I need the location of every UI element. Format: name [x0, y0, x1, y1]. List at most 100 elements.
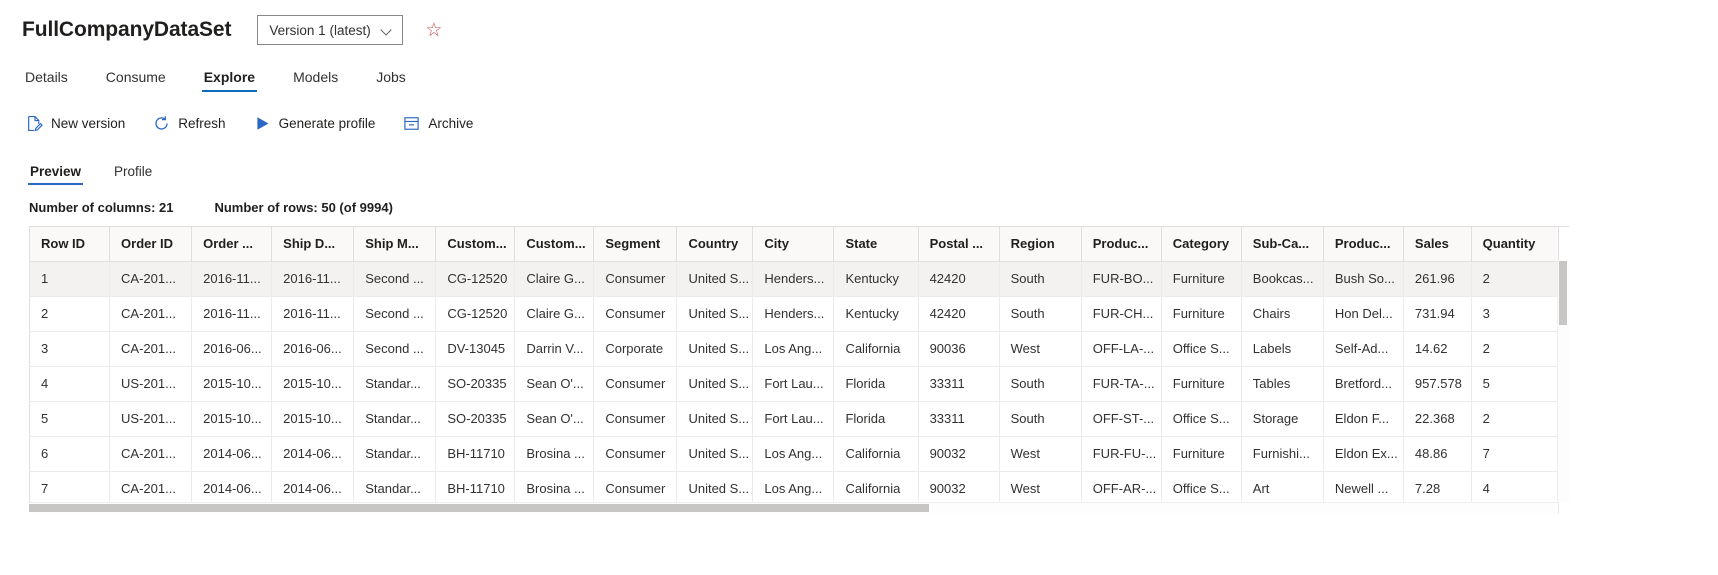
- command-bar: New version Refresh Generate profile Arc…: [0, 108, 1718, 138]
- table-row[interactable]: 6 CA-201... 2014-06... 2014-06... Standa…: [29, 436, 1560, 472]
- cell: Consumer: [593, 296, 678, 332]
- version-dropdown-value: Version 1 (latest): [269, 22, 371, 38]
- cell: Consumer: [593, 471, 678, 507]
- cell: Newell ...: [1323, 471, 1404, 507]
- version-dropdown[interactable]: Version 1 (latest): [257, 15, 404, 45]
- column-header-ship-date[interactable]: Ship D...: [271, 227, 355, 262]
- cell: 22.368: [1403, 401, 1472, 437]
- cell: 33311: [918, 401, 1000, 437]
- cell: Los Ang...: [752, 331, 835, 367]
- column-header-order-date[interactable]: Order ...: [191, 227, 273, 262]
- column-header-product-id[interactable]: Produc...: [1081, 227, 1162, 262]
- cell: Furniture: [1161, 366, 1242, 402]
- cell: 48.86: [1403, 436, 1472, 472]
- column-header-state[interactable]: State: [833, 227, 919, 262]
- cell: 2014-06...: [271, 471, 355, 507]
- horizontal-scrollbar-thumb[interactable]: [29, 504, 929, 512]
- cell: Standar...: [353, 436, 437, 472]
- favorite-star-icon[interactable]: ☆: [425, 21, 442, 40]
- tab-models[interactable]: Models: [291, 69, 340, 92]
- cell: Consumer: [593, 261, 678, 297]
- cell: 2: [29, 296, 111, 332]
- cell: 90032: [918, 436, 1000, 472]
- column-header-region[interactable]: Region: [999, 227, 1082, 262]
- cell: United S...: [676, 401, 754, 437]
- columns-count-label: Number of columns: 21: [29, 200, 174, 215]
- cell: California: [833, 331, 919, 367]
- table-row[interactable]: 3 CA-201... 2016-06... 2016-06... Second…: [29, 331, 1560, 367]
- cell: South: [999, 401, 1082, 437]
- column-header-customer-id[interactable]: Custom...: [435, 227, 516, 262]
- cell: 90032: [918, 471, 1000, 507]
- cell: 90036: [918, 331, 1000, 367]
- preview-data-grid[interactable]: Row ID Order ID Order ... Ship D... Ship…: [29, 226, 1569, 514]
- column-header-customer-name[interactable]: Custom...: [514, 227, 595, 262]
- generate-profile-button[interactable]: Generate profile: [254, 115, 375, 132]
- cell: 5: [1471, 366, 1560, 402]
- tab-details[interactable]: Details: [23, 69, 70, 92]
- new-version-icon: [26, 115, 43, 132]
- archive-button[interactable]: Archive: [403, 115, 473, 132]
- column-header-quantity[interactable]: Quantity: [1471, 227, 1560, 262]
- table-row[interactable]: 5 US-201... 2015-10... 2015-10... Standa…: [29, 401, 1560, 437]
- cell: Consumer: [593, 401, 678, 437]
- refresh-label: Refresh: [178, 115, 226, 131]
- cell: Second ...: [353, 261, 437, 297]
- cell: Furniture: [1161, 261, 1242, 297]
- table-row[interactable]: 1 CA-201... 2016-11... 2016-11... Second…: [29, 261, 1560, 297]
- cell: BH-11710: [435, 436, 516, 472]
- horizontal-scrollbar[interactable]: [29, 502, 1558, 514]
- tab-explore[interactable]: Explore: [201, 69, 258, 92]
- column-header-country[interactable]: Country: [676, 227, 754, 262]
- page-title: FullCompanyDataSet: [22, 18, 232, 41]
- column-header-product-name[interactable]: Produc...: [1323, 227, 1404, 262]
- cell: Sean O'...: [514, 401, 595, 437]
- cell: OFF-AR-...: [1081, 471, 1162, 507]
- cell: Furniture: [1161, 436, 1242, 472]
- cell: BH-11710: [435, 471, 516, 507]
- column-header-sub-category[interactable]: Sub-Ca...: [1241, 227, 1324, 262]
- cell: West: [999, 436, 1082, 472]
- cell: Consumer: [593, 436, 678, 472]
- cell: 2014-06...: [191, 436, 273, 472]
- cell: 4: [1471, 471, 1560, 507]
- vertical-scrollbar-thumb[interactable]: [1559, 261, 1567, 325]
- tab-profile[interactable]: Profile: [112, 164, 154, 185]
- column-header-category[interactable]: Category: [1161, 227, 1242, 262]
- cell: California: [833, 471, 919, 507]
- column-header-sales[interactable]: Sales: [1403, 227, 1472, 262]
- vertical-scrollbar[interactable]: [1557, 261, 1569, 502]
- tab-preview[interactable]: Preview: [28, 164, 84, 185]
- tab-consume[interactable]: Consume: [104, 69, 168, 92]
- column-header-city[interactable]: City: [752, 227, 835, 262]
- cell: 2016-11...: [271, 261, 355, 297]
- play-icon: [254, 115, 271, 132]
- cell: United S...: [676, 436, 754, 472]
- refresh-button[interactable]: Refresh: [153, 115, 226, 132]
- cell: Chairs: [1241, 296, 1324, 332]
- table-row[interactable]: 4 US-201... 2015-10... 2015-10... Standa…: [29, 366, 1560, 402]
- table-row[interactable]: 7 CA-201... 2014-06... 2014-06... Standa…: [29, 471, 1560, 507]
- cell: South: [999, 261, 1082, 297]
- cell: Eldon Ex...: [1323, 436, 1404, 472]
- new-version-button[interactable]: New version: [26, 115, 125, 132]
- column-header-row-id[interactable]: Row ID: [29, 227, 111, 262]
- table-row[interactable]: 2 CA-201... 2016-11... 2016-11... Second…: [29, 296, 1560, 332]
- cell: 6: [29, 436, 111, 472]
- cell: 7.28: [1403, 471, 1472, 507]
- cell: United S...: [676, 261, 754, 297]
- column-header-segment[interactable]: Segment: [593, 227, 678, 262]
- archive-icon: [403, 115, 420, 132]
- cell: Storage: [1241, 401, 1324, 437]
- column-header-order-id[interactable]: Order ID: [109, 227, 193, 262]
- cell: CG-12520: [435, 261, 516, 297]
- cell: Office S...: [1161, 331, 1242, 367]
- cell: Office S...: [1161, 471, 1242, 507]
- column-header-postal-code[interactable]: Postal ...: [918, 227, 1000, 262]
- column-header-ship-mode[interactable]: Ship M...: [353, 227, 437, 262]
- cell: 42420: [918, 261, 1000, 297]
- cell: 2014-06...: [271, 436, 355, 472]
- cell: CA-201...: [109, 436, 193, 472]
- cell: 261.96: [1403, 261, 1472, 297]
- tab-jobs[interactable]: Jobs: [374, 69, 408, 92]
